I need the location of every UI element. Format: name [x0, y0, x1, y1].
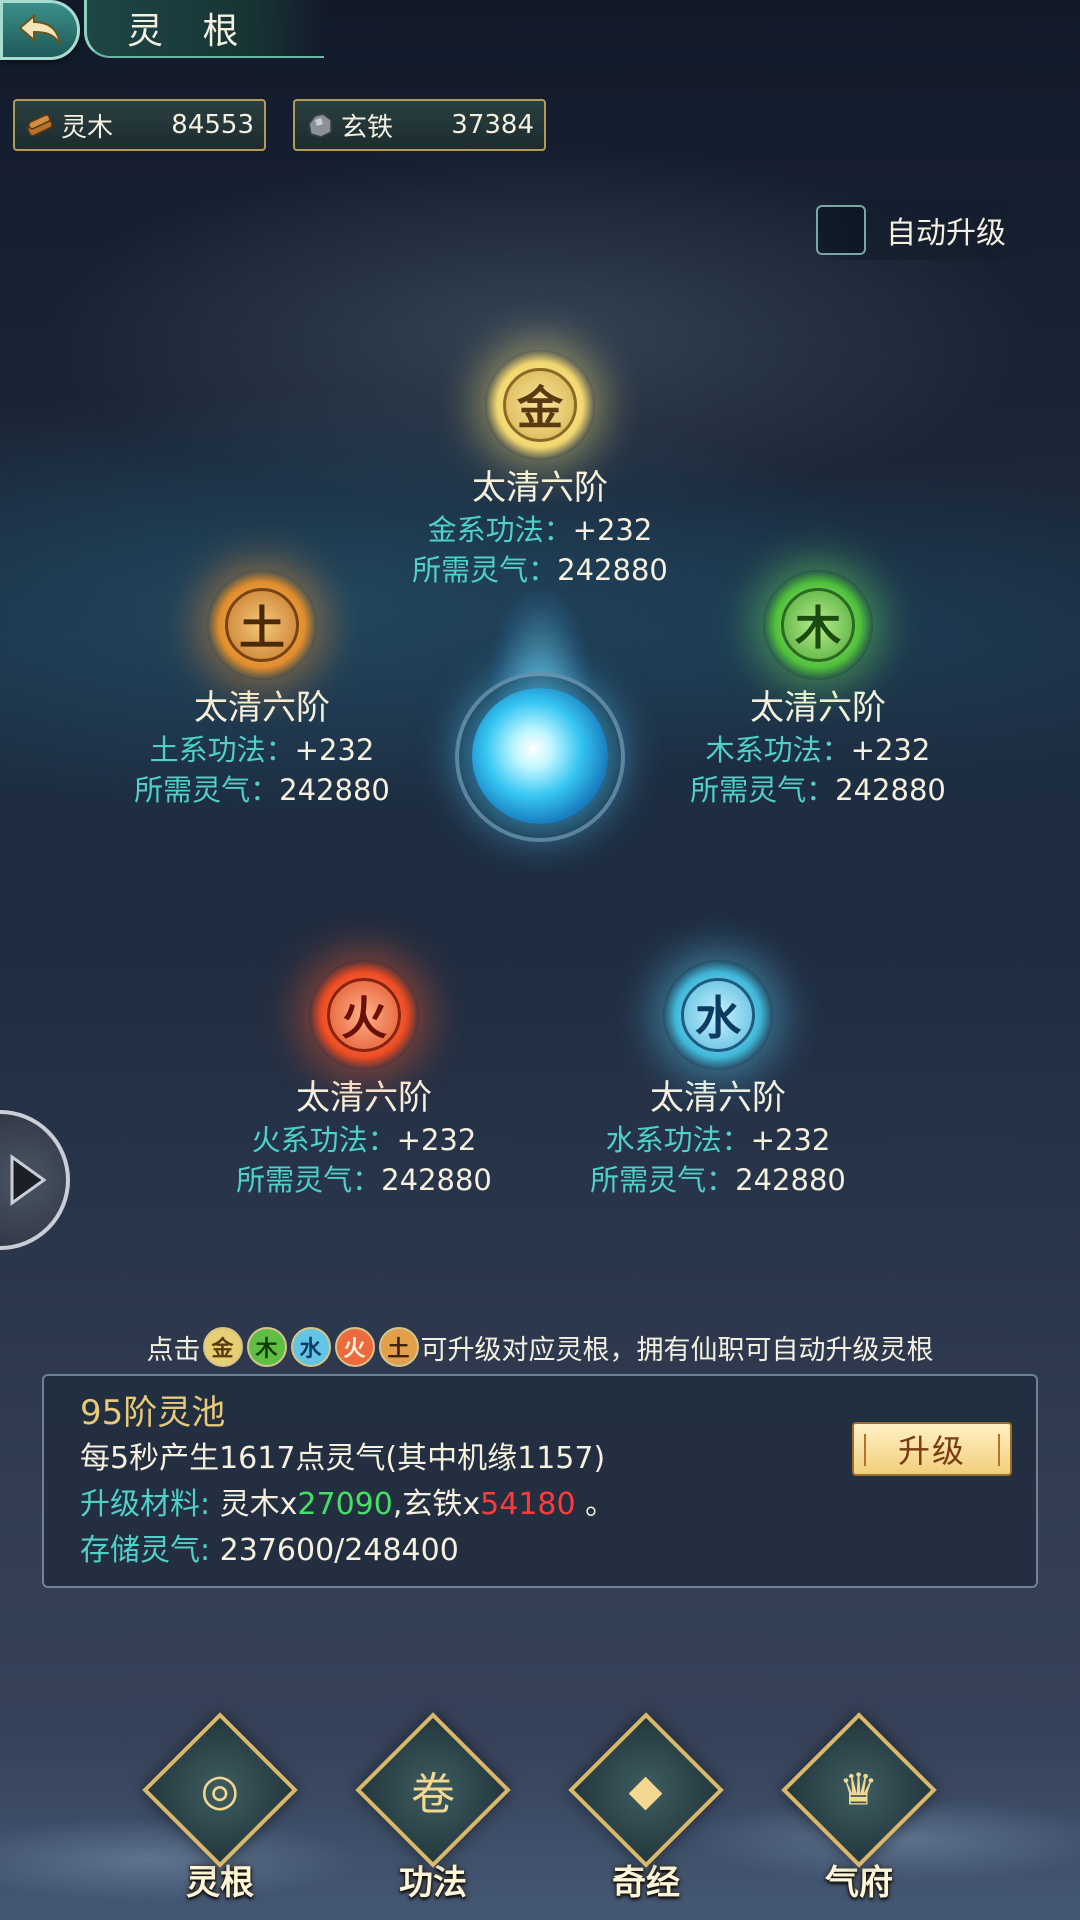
- nav-gongfa[interactable]: 卷 功法: [355, 1712, 511, 1915]
- page-title: 灵 根: [127, 11, 253, 52]
- arrow-right-icon: [10, 1154, 47, 1206]
- auto-upgrade-label: 自动升级: [886, 216, 1006, 251]
- scroll-emblem-icon: 卷: [355, 1712, 511, 1868]
- fire-glyph: 火: [327, 978, 401, 1052]
- pool-materials: 升级材料: 灵木x27090,玄铁x54180 。: [80, 1482, 1000, 1528]
- node-rank: 太清六阶: [650, 1078, 786, 1118]
- node-water: 水 太清六阶 水系功法：+232 所需灵气：242880: [518, 960, 918, 1200]
- auto-upgrade-toggle[interactable]: 自动升级: [816, 200, 1036, 260]
- earth-mini-icon: 土: [378, 1327, 419, 1367]
- node-rank: 太清六阶: [472, 468, 608, 508]
- ore-icon: [308, 113, 332, 138]
- node-rank: 太清六阶: [194, 688, 330, 728]
- top-bar: 灵 根: [0, 0, 330, 60]
- required-label: 所需灵气：: [690, 773, 836, 807]
- fire-mini-icon: 火: [334, 1327, 375, 1367]
- node-fire: 火 太清六阶 火系功法：+232 所需灵气：242880: [164, 960, 564, 1200]
- spiral-emblem-icon: ◎: [142, 1712, 298, 1868]
- required-value: 242880: [835, 773, 946, 807]
- stat-value: +232: [850, 733, 931, 767]
- meridian-emblem-icon: ◆: [568, 1712, 724, 1868]
- pool-upgrade-button[interactable]: 升级: [852, 1422, 1012, 1476]
- back-button[interactable]: [0, 0, 80, 60]
- wood-glyph: 木: [781, 588, 855, 662]
- nav-qifu[interactable]: ♛ 气府: [781, 1712, 937, 1915]
- page-title-plate: 灵 根: [84, 0, 324, 58]
- node-wood: 木 太清六阶 木系功法：+232 所需灵气：242880: [618, 570, 1018, 810]
- spirit-core-orb: [472, 688, 608, 824]
- required-value: 242880: [735, 1163, 846, 1197]
- required-label: 所需灵气：: [236, 1163, 382, 1197]
- water-root-button[interactable]: 水: [663, 960, 773, 1070]
- earth-root-button[interactable]: 土: [207, 570, 317, 680]
- storage-label: 存储灵气:: [80, 1533, 211, 1568]
- stat-label: 火系功法：: [251, 1123, 397, 1157]
- materials-label: 升级材料:: [80, 1487, 211, 1522]
- stat-label: 水系功法：: [605, 1123, 751, 1157]
- wood-bundle-icon: [27, 114, 53, 137]
- stat-value: +232: [750, 1123, 831, 1157]
- stat-value: +232: [572, 513, 653, 547]
- materials-end: 。: [575, 1487, 616, 1522]
- earth-glyph: 土: [225, 588, 299, 662]
- required-label: 所需灵气：: [134, 773, 280, 807]
- side-expand-button[interactable]: [0, 1110, 70, 1250]
- resource-name: 玄铁: [341, 112, 394, 143]
- stat-label: 金系功法：: [427, 513, 573, 547]
- wood-mini-icon: 木: [246, 1327, 287, 1367]
- resource-iron: 玄铁 37384: [293, 99, 546, 151]
- gold-root-button[interactable]: 金: [485, 350, 595, 460]
- hint-prefix: 点击: [146, 1334, 201, 1366]
- gold-mini-icon: 金: [202, 1327, 243, 1367]
- nav-linggen[interactable]: ◎ 灵根: [142, 1712, 298, 1915]
- node-rank: 太清六阶: [296, 1078, 432, 1118]
- water-mini-icon: 水: [290, 1327, 331, 1367]
- resource-value: 84553: [171, 110, 254, 140]
- back-arrow-icon: [18, 13, 61, 45]
- wood-root-button[interactable]: 木: [763, 570, 873, 680]
- required-value: 242880: [279, 773, 390, 807]
- resource-value: 37384: [451, 110, 534, 140]
- materials-wood-qty: 27090: [297, 1487, 393, 1522]
- pool-storage: 存储灵气: 237600/248400: [80, 1528, 1000, 1574]
- stat-label: 木系功法：: [705, 733, 851, 767]
- nav-qijing[interactable]: ◆ 奇经: [568, 1712, 724, 1915]
- storage-value: 237600/248400: [210, 1533, 459, 1568]
- required-label: 所需灵气：: [590, 1163, 736, 1197]
- spirit-pool-panel: 95阶灵池 每5秒产生1617点灵气(其中机缘1157) 升级材料: 灵木x27…: [42, 1374, 1038, 1588]
- meditation-emblem-icon: ♛: [781, 1712, 937, 1868]
- hint-suffix: 可升级对应灵根，拥有仙职可自动升级灵根: [420, 1334, 934, 1366]
- stat-value: +232: [396, 1123, 477, 1157]
- water-glyph: 水: [681, 978, 755, 1052]
- stat-label: 土系功法：: [149, 733, 295, 767]
- node-gold: 金 太清六阶 金系功法：+232 所需灵气：242880: [340, 350, 740, 590]
- resource-wood: 灵木 84553: [13, 99, 266, 151]
- resource-name: 灵木: [61, 112, 114, 143]
- fire-root-button[interactable]: 火: [309, 960, 419, 1070]
- node-earth: 土 太清六阶 土系功法：+232 所需灵气：242880: [62, 570, 462, 810]
- materials-wood: 灵木x: [210, 1487, 298, 1522]
- materials-iron: ,玄铁x: [392, 1487, 481, 1522]
- upgrade-hint: 点击 金 木 水 火 土 可升级对应灵根，拥有仙职可自动升级灵根: [0, 1320, 1080, 1374]
- required-value: 242880: [381, 1163, 492, 1197]
- stat-value: +232: [294, 733, 375, 767]
- upgrade-label: 升级: [897, 1432, 966, 1470]
- node-rank: 太清六阶: [750, 688, 886, 728]
- auto-upgrade-checkbox[interactable]: [816, 205, 866, 255]
- materials-iron-qty: 54180: [480, 1487, 576, 1522]
- gold-glyph: 金: [503, 368, 577, 442]
